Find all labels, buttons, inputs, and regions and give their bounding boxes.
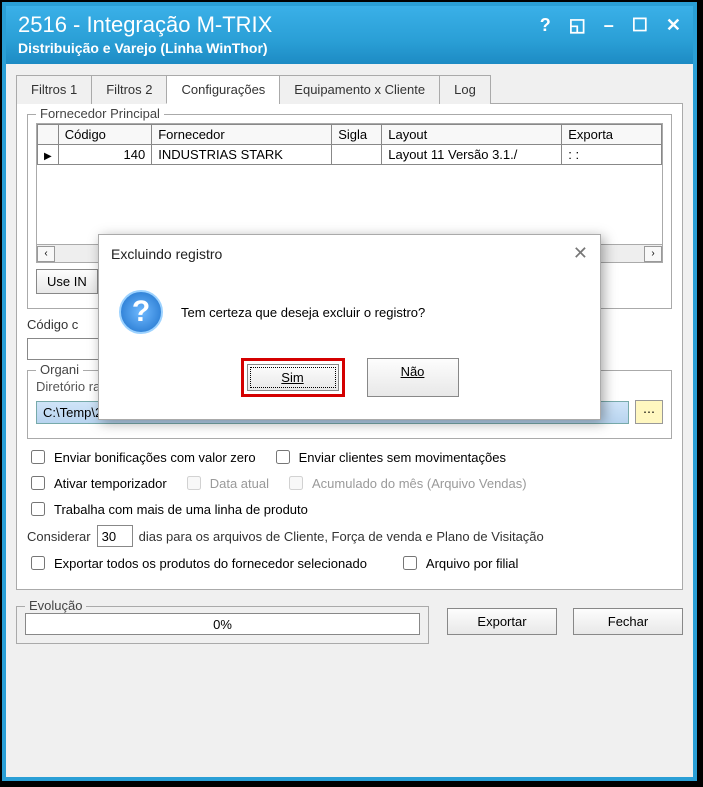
check-bonif-zero-label: Enviar bonificações com valor zero	[54, 450, 256, 465]
confirm-dialog: Excluindo registro ✕ ? Tem certeza que d…	[98, 234, 601, 420]
check-data-atual: Data atual	[183, 473, 269, 493]
group-evolucao: Evolução 0%	[16, 606, 429, 644]
maximize-icon[interactable]: ☐	[632, 15, 648, 36]
check-clientes-sem-mov[interactable]: Enviar clientes sem movimentações	[272, 447, 506, 467]
close-icon[interactable]: ✕	[666, 15, 681, 36]
check-export-all[interactable]: Exportar todos os produtos do fornecedor…	[27, 553, 367, 573]
browse-dir-button[interactable]: ⋯	[635, 400, 663, 424]
window-title: 2516 - Integração M-TRIX	[18, 12, 272, 38]
group-fornecedor-title: Fornecedor Principal	[36, 106, 164, 121]
col-sigla[interactable]: Sigla	[332, 125, 382, 145]
check-arquivo-filial[interactable]: Arquivo por filial	[399, 553, 519, 573]
check-ativar-temp-box[interactable]	[31, 476, 45, 490]
col-fornecedor[interactable]: Fornecedor	[152, 125, 332, 145]
check-arquivo-filial-label: Arquivo por filial	[426, 556, 519, 571]
check-acumulado-box	[289, 476, 303, 490]
nao-button[interactable]: Não	[367, 358, 459, 397]
check-export-all-label: Exportar todos os produtos do fornecedor…	[54, 556, 367, 571]
tab-filtros-1[interactable]: Filtros 1	[16, 75, 92, 104]
tab-configuracoes[interactable]: Configurações	[166, 75, 280, 104]
use-in-button[interactable]: Use IN	[36, 269, 98, 294]
sim-button-label: Sim	[281, 370, 303, 385]
dialog-close-icon[interactable]: ✕	[573, 243, 588, 264]
tab-equipamento-cliente[interactable]: Equipamento x Cliente	[279, 75, 440, 104]
considerar-dias-input[interactable]	[97, 525, 133, 547]
exportar-button[interactable]: Exportar	[447, 608, 557, 635]
codigo-label: Código c	[27, 317, 78, 332]
check-multi-linha-label: Trabalha com mais de uma linha de produt…	[54, 502, 308, 517]
check-acumulado: Acumulado do mês (Arquivo Vendas)	[285, 473, 527, 493]
check-bonif-zero[interactable]: Enviar bonificações com valor zero	[27, 447, 256, 467]
restore-icon[interactable]: ◱	[569, 15, 586, 36]
cell-layout[interactable]: Layout 11 Versão 3.1./	[382, 145, 562, 165]
scroll-left-icon[interactable]: ‹	[37, 246, 55, 262]
cell-codigo[interactable]: 140	[58, 145, 152, 165]
tab-filtros-2[interactable]: Filtros 2	[91, 75, 167, 104]
check-export-all-box[interactable]	[31, 556, 45, 570]
check-bonif-zero-box[interactable]	[31, 450, 45, 464]
considerar-prefix: Considerar	[27, 529, 91, 544]
minimize-icon[interactable]: –	[604, 15, 614, 36]
check-multi-linha[interactable]: Trabalha com mais de uma linha de produt…	[27, 499, 308, 519]
tab-log[interactable]: Log	[439, 75, 491, 104]
dialog-message: Tem certeza que deseja excluir o registr…	[181, 305, 425, 320]
check-ativar-temp-label: Ativar temporizador	[54, 476, 167, 491]
sim-button[interactable]: Sim	[247, 364, 339, 391]
check-ativar-temp[interactable]: Ativar temporizador	[27, 473, 167, 493]
check-clientes-sem-mov-box[interactable]	[276, 450, 290, 464]
col-layout[interactable]: Layout	[382, 125, 562, 145]
check-data-atual-box	[187, 476, 201, 490]
help-icon[interactable]: ?	[540, 15, 551, 36]
check-data-atual-label: Data atual	[210, 476, 269, 491]
folder-browse-icon: ⋯	[643, 405, 655, 419]
row-indicator-icon	[38, 145, 59, 165]
considerar-suffix: dias para os arquivos de Cliente, Força …	[139, 529, 544, 544]
check-arquivo-filial-box[interactable]	[403, 556, 417, 570]
scroll-right-icon[interactable]: ›	[644, 246, 662, 262]
check-acumulado-label: Acumulado do mês (Arquivo Vendas)	[312, 476, 527, 491]
table-row[interactable]: 140 INDUSTRIAS STARK Layout 11 Versão 3.…	[38, 145, 662, 165]
check-clientes-sem-mov-label: Enviar clientes sem movimentações	[299, 450, 506, 465]
question-icon: ?	[119, 290, 163, 334]
progress-value: 0%	[213, 617, 232, 632]
progress-bar: 0%	[25, 613, 420, 635]
tabstrip: Filtros 1 Filtros 2 Configurações Equipa…	[16, 74, 683, 104]
fechar-button[interactable]: Fechar	[573, 608, 683, 635]
col-exporta[interactable]: Exporta	[562, 125, 662, 145]
col-codigo[interactable]: Código	[58, 125, 152, 145]
cell-fornecedor[interactable]: INDUSTRIAS STARK	[152, 145, 332, 165]
group-org-title: Organi	[36, 362, 83, 377]
titlebar: 2516 - Integração M-TRIX Distribuição e …	[6, 6, 693, 64]
window-subtitle: Distribuição e Varejo (Linha WinThor)	[18, 40, 272, 56]
nao-button-label: Não	[401, 364, 425, 379]
evolucao-title: Evolução	[25, 598, 86, 613]
cell-exporta[interactable]: : :	[562, 145, 662, 165]
check-multi-linha-box[interactable]	[31, 502, 45, 516]
cell-sigla[interactable]	[332, 145, 382, 165]
dialog-title: Excluindo registro	[111, 246, 222, 262]
